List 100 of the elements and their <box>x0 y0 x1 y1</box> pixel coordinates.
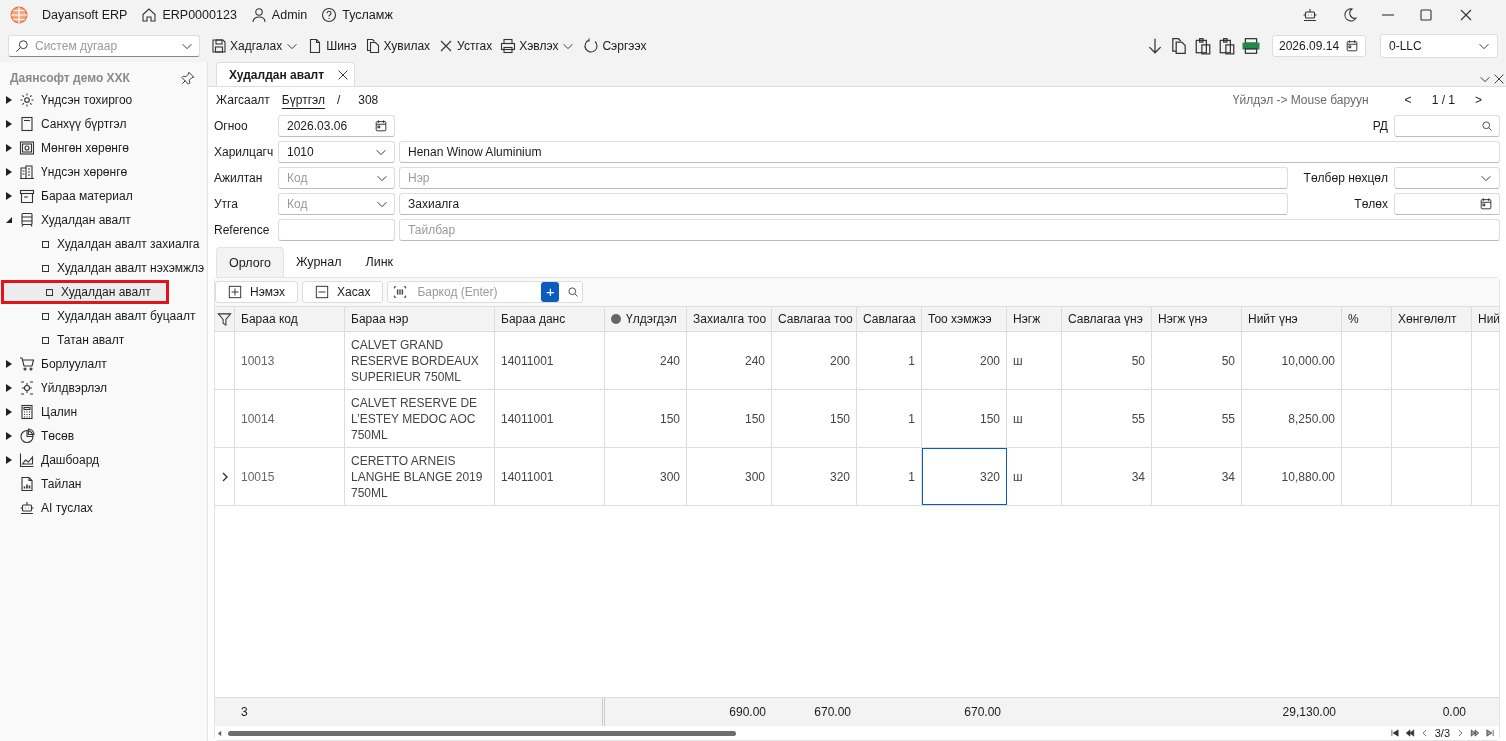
column-header[interactable]: Захиалга тоо <box>687 307 772 331</box>
column-header[interactable]: Бараа нэр <box>345 307 495 331</box>
column-header[interactable]: % <box>1342 307 1392 331</box>
collapsed-arrow-icon <box>5 408 13 416</box>
employee-code-select[interactable]: Код <box>278 167 395 189</box>
sidebar-subitem[interactable]: Худалдан авалт захиалга <box>0 232 207 256</box>
pin-icon <box>181 71 195 85</box>
system-number-search-field[interactable]: Систем дугаар <box>8 35 200 57</box>
document-number: 308 <box>358 93 379 107</box>
reference-field[interactable] <box>278 219 395 241</box>
table-cell: 150 <box>922 390 1007 447</box>
sidebar-item[interactable]: Тайлан <box>0 472 207 496</box>
column-header[interactable]: Бараа данс <box>495 307 605 331</box>
column-header[interactable]: Ний <box>1472 307 1499 331</box>
view-link[interactable]: Бүртгэл <box>281 91 325 109</box>
app-name: Dayansoft ERP <box>42 8 128 22</box>
breadcrumb-separator: / <box>336 93 341 107</box>
sidebar-item[interactable]: Мөнгөн хөрөнгө <box>0 136 207 160</box>
purpose-code-select[interactable]: Код <box>278 193 395 215</box>
due-date-field[interactable] <box>1394 193 1500 215</box>
partner-code-select[interactable]: 1010 <box>278 141 395 163</box>
date-field[interactable]: 2026.03.06 <box>278 115 395 137</box>
date-field[interactable]: 2026.09.14 <box>1272 35 1366 57</box>
table-cell: CALVET RESERVE DE L’ESTEY MEDOC AOC 750ML <box>345 390 495 447</box>
sidebar-item[interactable]: Дашбоард <box>0 448 207 472</box>
toolbar-button[interactable]: Устгах <box>437 38 494 54</box>
table-cell: 10014 <box>235 390 345 447</box>
sidebar-label: Үндсэн хөрөнгө <box>41 165 128 179</box>
sidebar-item[interactable]: AI туслах <box>0 496 207 520</box>
section-tab[interactable]: Журнал <box>283 247 354 277</box>
collapsed-arrow-icon <box>5 96 13 104</box>
sidebar-item[interactable]: Санхүү бүртгэл <box>0 112 207 136</box>
column-header[interactable]: Нийт үнэ <box>1242 307 1342 331</box>
remove-button[interactable]: Хасах <box>302 281 384 303</box>
table-cell: 1 <box>857 332 922 389</box>
table-cell: 8,250.00 <box>1242 390 1342 447</box>
column-header[interactable]: Тоо хэмжээ <box>922 307 1007 331</box>
previous-button[interactable]: < <box>1404 92 1412 108</box>
column-header[interactable]: Хөнгөлөлт <box>1392 307 1472 331</box>
table-cell: 10,000.00 <box>1242 332 1342 389</box>
table-cell: 150 <box>772 390 857 447</box>
toolbar-button[interactable]: Хадгалах <box>210 38 301 54</box>
column-header[interactable]: Үлдэгдэл <box>605 307 687 331</box>
sidebar-item[interactable]: Төсөв <box>0 424 207 448</box>
sidebar-label: Санхүү бүртгэл <box>41 117 127 131</box>
sidebar-item[interactable]: Цалин <box>0 400 207 424</box>
sidebar-item[interactable]: Үйлдвэрлэл <box>0 376 207 400</box>
column-header[interactable]: Савлагаа <box>857 307 922 331</box>
table-cell: CERETTO ARNEIS LANGHE BLANGE 2019 750ML <box>345 448 495 505</box>
toolbar-button[interactable]: Шинэ <box>306 38 358 54</box>
purpose-text-field[interactable]: Захиалга <box>399 193 1288 215</box>
table-cell: 1 <box>857 448 922 505</box>
sidebar-subitem[interactable]: Худалдан авалт <box>1 280 169 304</box>
minus-box-icon <box>315 285 330 299</box>
moon-icon <box>1342 7 1358 23</box>
add-barcode-button[interactable]: + <box>541 282 560 302</box>
column-header[interactable]: Савлагаа тоо <box>772 307 857 331</box>
toolbar-button[interactable]: Хэвлэх <box>499 38 577 54</box>
horizontal-scrollbar[interactable] <box>228 730 736 736</box>
sidebar-item[interactable]: Үндсэн тохиргоо <box>0 88 207 112</box>
add-button[interactable]: Нэмэх <box>215 281 299 303</box>
employee-name-field[interactable]: Нэр <box>399 167 1288 189</box>
partner-name-field[interactable]: Henan Winow Aluminium <box>399 141 1500 163</box>
help-link[interactable]: Тусламж <box>342 8 393 22</box>
next-button[interactable]: > <box>1475 92 1482 108</box>
record-number[interactable]: ERP0000123 <box>162 8 237 22</box>
note-field[interactable]: Тайлбар <box>399 219 1500 241</box>
section-tab[interactable]: Орлого <box>216 247 284 277</box>
table-cell: CALVET GRAND RESERVE BORDEAUX SUPERIEUR 750ML <box>345 332 495 389</box>
sidebar-item[interactable]: Худалдан авалт <box>0 208 207 232</box>
rd-search-field[interactable] <box>1394 115 1500 137</box>
sidebar-item[interactable]: Үндсэн хөрөнгө <box>0 160 207 184</box>
sidebar-subitem[interactable]: Татан авалт <box>0 328 207 352</box>
table-cell: 34 <box>1152 448 1242 505</box>
field-label: Ажилтан <box>214 171 264 185</box>
view-link[interactable]: Жагсаалт <box>216 92 270 108</box>
section-tab[interactable]: Линк <box>353 247 406 277</box>
toolbar-button[interactable]: Хувилах <box>363 38 432 54</box>
barcode-field[interactable]: Баркод (Enter) + <box>387 281 584 303</box>
next-icon <box>1455 728 1465 738</box>
toolbar-button[interactable]: Сэргээх <box>582 38 648 54</box>
table-cell: 34 <box>1062 448 1152 505</box>
table-cell: 1 <box>857 390 922 447</box>
payment-terms-select[interactable] <box>1394 167 1500 189</box>
barcode-input[interactable]: Баркод (Enter) <box>415 284 534 300</box>
maximize-icon <box>1418 7 1434 23</box>
sidebar-subitem[interactable]: Худалдан авалт буцаалт <box>0 304 207 328</box>
column-header[interactable]: Нэгж үнэ <box>1152 307 1242 331</box>
column-header[interactable]: Савлагаа үнэ <box>1062 307 1152 331</box>
column-header[interactable]: Нэгж <box>1007 307 1062 331</box>
user-name[interactable]: Admin <box>271 8 308 22</box>
sidebar-subitem[interactable]: Худалдан авалт нэхэмжлэ <box>0 256 207 280</box>
paste-icon <box>1218 37 1236 55</box>
sidebar-item[interactable]: Бараа материал <box>0 184 207 208</box>
sidebar-item[interactable]: Борлуулалт <box>0 352 207 376</box>
column-header[interactable]: Бараа код <box>235 307 345 331</box>
company-select[interactable]: 0-LLC <box>1380 34 1498 58</box>
download-icon <box>1146 37 1164 55</box>
document-tab[interactable]: Худалдан авалт <box>216 62 356 86</box>
column-total: 690.00 <box>729 705 766 719</box>
